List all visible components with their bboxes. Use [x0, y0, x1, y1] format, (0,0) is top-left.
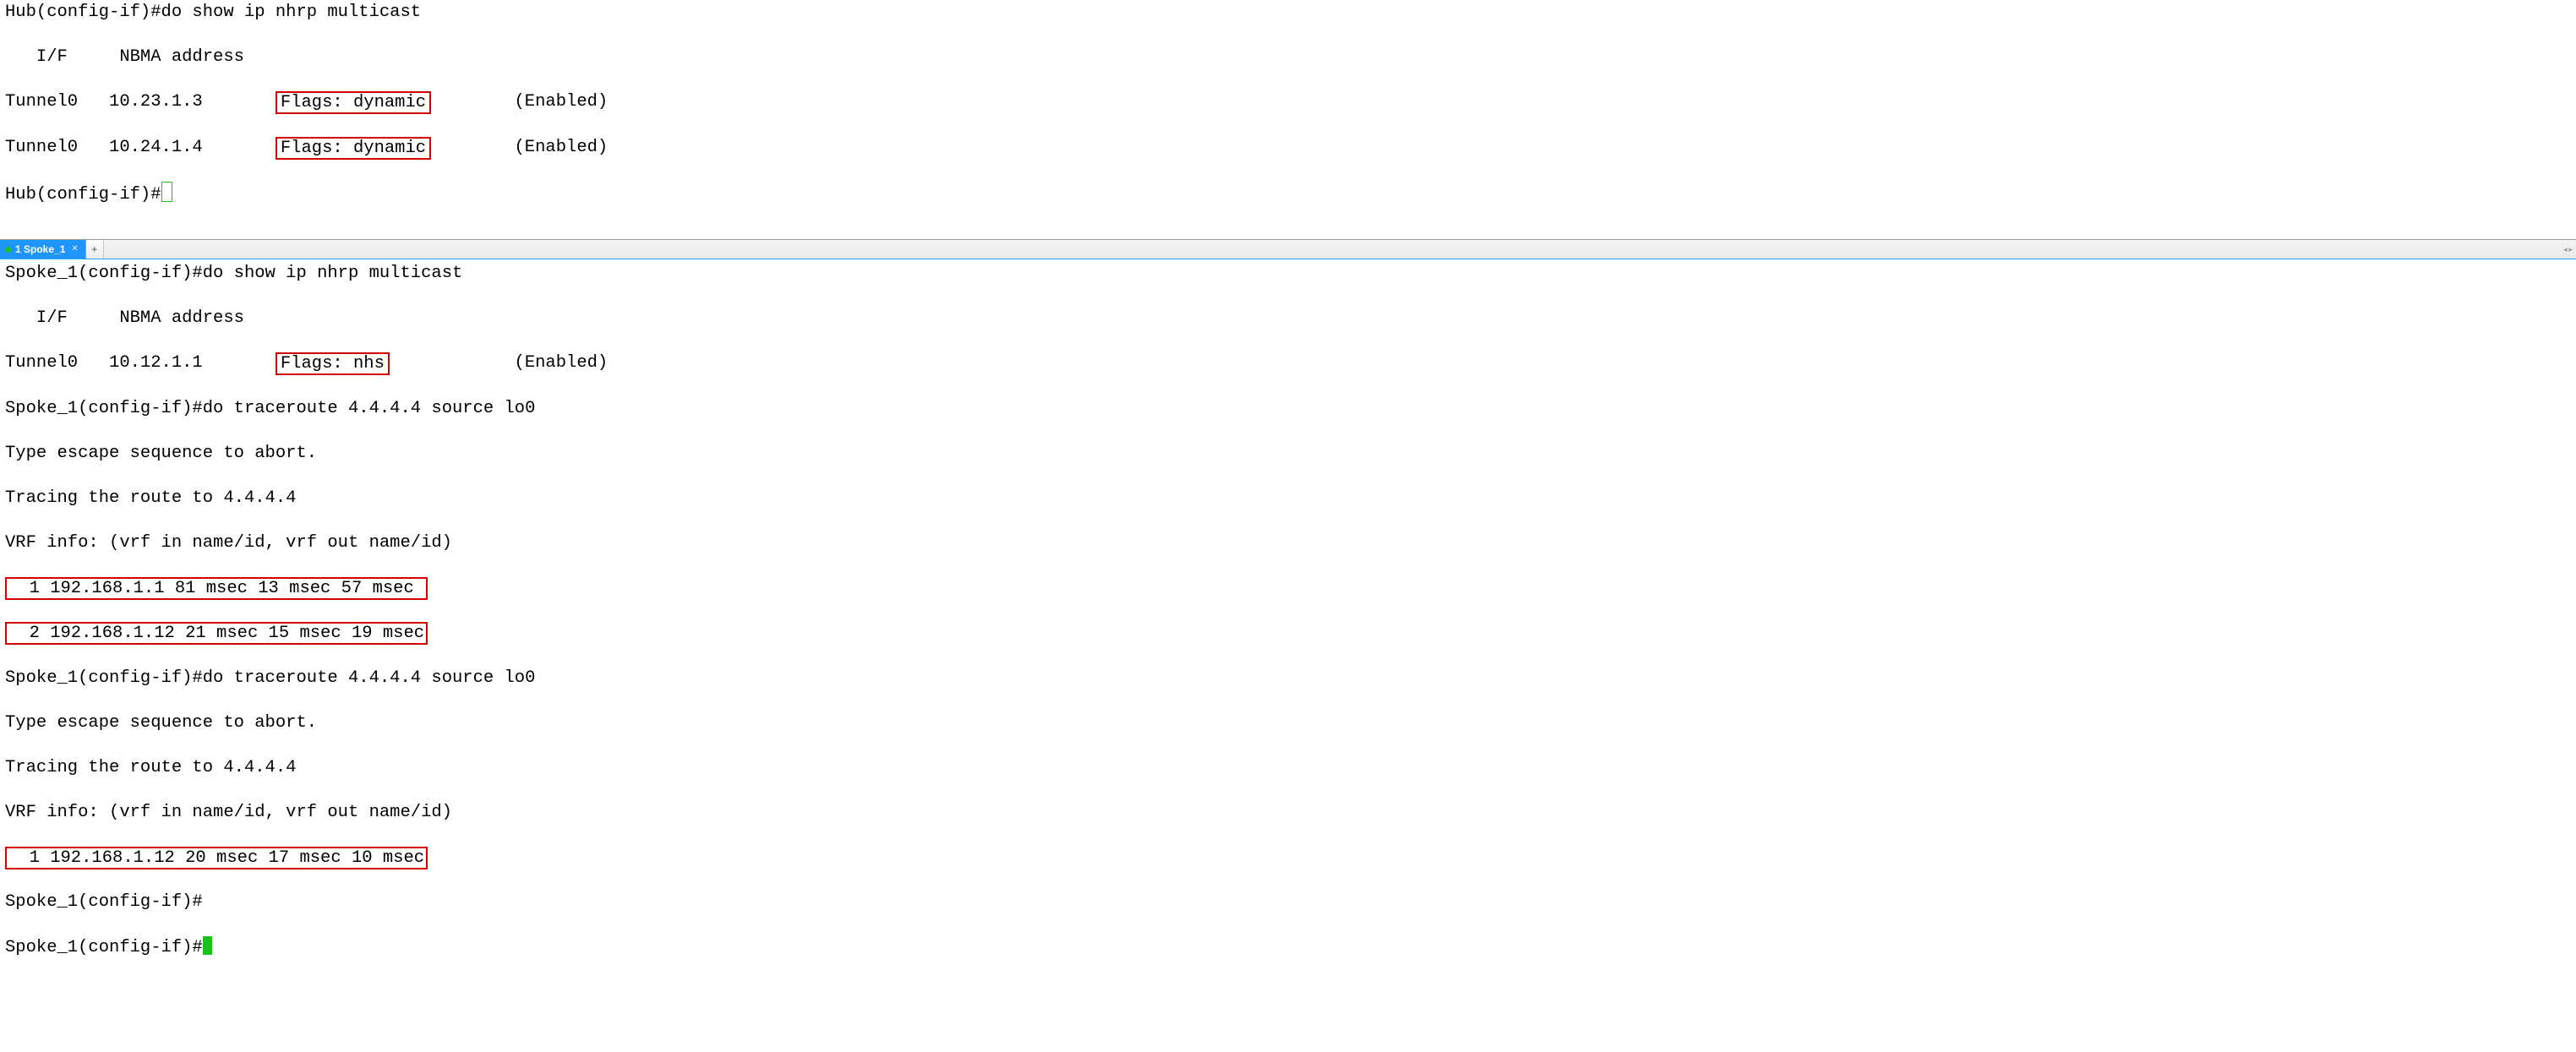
add-tab-button[interactable]: + [86, 240, 104, 259]
hub-row-2-flags-box: Flags: dynamic [276, 137, 431, 160]
spoke-header: I/F NBMA address [0, 308, 2576, 330]
spoke-prompt-idle-1[interactable]: Spoke_1(config-if)# [0, 891, 2576, 914]
hub-row-1: Tunnel0 10.23.1.3 Flags: dynamic (Enable… [0, 91, 2576, 114]
close-icon[interactable]: ✕ [71, 238, 78, 261]
vrf-line: VRF info: (vrf in name/id, vrf out name/… [0, 532, 2576, 555]
escape-line: Type escape sequence to abort. [0, 443, 2576, 466]
spoke-row-1-post: (Enabled) [390, 353, 608, 373]
spoke-prompt: Spoke_1(config-if)# [5, 264, 203, 283]
spoke-prompt: Spoke_1(config-if)# [5, 938, 203, 957]
hub-row-1-post: (Enabled) [431, 92, 608, 112]
spoke-cmd2-line: Spoke_1(config-if)#do traceroute 4.4.4.4… [0, 398, 2576, 421]
spoke-terminal: Spoke_1(config-if)#do show ip nhrp multi… [0, 259, 2576, 982]
trace1-hop-2: 2 192.168.1.12 21 msec 15 msec 19 msec [0, 622, 2576, 645]
spoke-prompt: Spoke_1(config-if)# [5, 892, 203, 912]
hub-prompt: Hub(config-if)# [5, 3, 161, 22]
spoke-row-1-flags-box: Flags: nhs [276, 352, 390, 375]
spoke-prompt: Spoke_1(config-if)# [5, 399, 203, 418]
spoke-cmd1: do show ip nhrp multicast [203, 264, 463, 283]
trace1-hop-1: 1 192.168.1.1 81 msec 13 msec 57 msec [0, 577, 2576, 600]
tracing-line: Tracing the route to 4.4.4.4 [0, 488, 2576, 510]
hub-row-1-flags-box: Flags: dynamic [276, 91, 431, 114]
status-dot-icon [5, 247, 11, 253]
spoke-cmd2: do traceroute 4.4.4.4 source lo0 [203, 399, 536, 418]
hub-cmd-line: Hub(config-if)#do show ip nhrp multicast [0, 2, 2576, 25]
hub-row-2-pre: Tunnel0 10.24.1.4 [5, 138, 276, 157]
hub-row-2: Tunnel0 10.24.1.4 Flags: dynamic (Enable… [0, 137, 2576, 160]
hub-cmd: do show ip nhrp multicast [161, 3, 422, 22]
trace2-hop-1-box: 1 192.168.1.12 20 msec 17 msec 10 msec [5, 847, 428, 869]
spoke-cmd1-line: Spoke_1(config-if)#do show ip nhrp multi… [0, 263, 2576, 286]
trace1-hop-1-box: 1 192.168.1.1 81 msec 13 msec 57 msec [5, 577, 428, 600]
tab-title: 1 Spoke_1 [15, 238, 65, 261]
escape-line-2: Type escape sequence to abort. [0, 712, 2576, 735]
hub-row-1-pre: Tunnel0 10.23.1.3 [5, 92, 276, 112]
cursor-icon [161, 182, 172, 202]
trace1-hop-2-box: 2 192.168.1.12 21 msec 15 msec 19 msec [5, 622, 428, 645]
spoke-prompt: Spoke_1(config-if)# [5, 668, 203, 688]
spoke-prompt-idle-2[interactable]: Spoke_1(config-if)# [0, 936, 2576, 960]
hub-header: I/F NBMA address [0, 46, 2576, 69]
hub-prompt-idle[interactable]: Hub(config-if)# [0, 182, 2576, 207]
spoke-cmd3-line: Spoke_1(config-if)#do traceroute 4.4.4.4… [0, 668, 2576, 690]
hub-terminal: Hub(config-if)#do show ip nhrp multicast… [0, 0, 2576, 229]
tab-spoke-1[interactable]: 1 Spoke_1 ✕ [0, 240, 86, 259]
tracing-line-2: Tracing the route to 4.4.4.4 [0, 757, 2576, 780]
spoke-cmd3: do traceroute 4.4.4.4 source lo0 [203, 668, 536, 688]
trace2-hop-1: 1 192.168.1.12 20 msec 17 msec 10 msec [0, 847, 2576, 869]
session-tabbar: 1 Spoke_1 ✕ + ◂ ▸ [0, 239, 2576, 259]
cursor-icon [203, 936, 212, 955]
spoke-row-1-pre: Tunnel0 10.12.1.1 [5, 353, 276, 373]
tab-nav-arrows-icon[interactable]: ◂ ▸ [2563, 238, 2573, 261]
spoke-row-1: Tunnel0 10.12.1.1 Flags: nhs (Enabled) [0, 352, 2576, 375]
vrf-line-2: VRF info: (vrf in name/id, vrf out name/… [0, 802, 2576, 825]
hub-prompt: Hub(config-if)# [5, 185, 161, 204]
hub-row-2-post: (Enabled) [431, 138, 608, 157]
plus-icon: + [91, 238, 97, 261]
